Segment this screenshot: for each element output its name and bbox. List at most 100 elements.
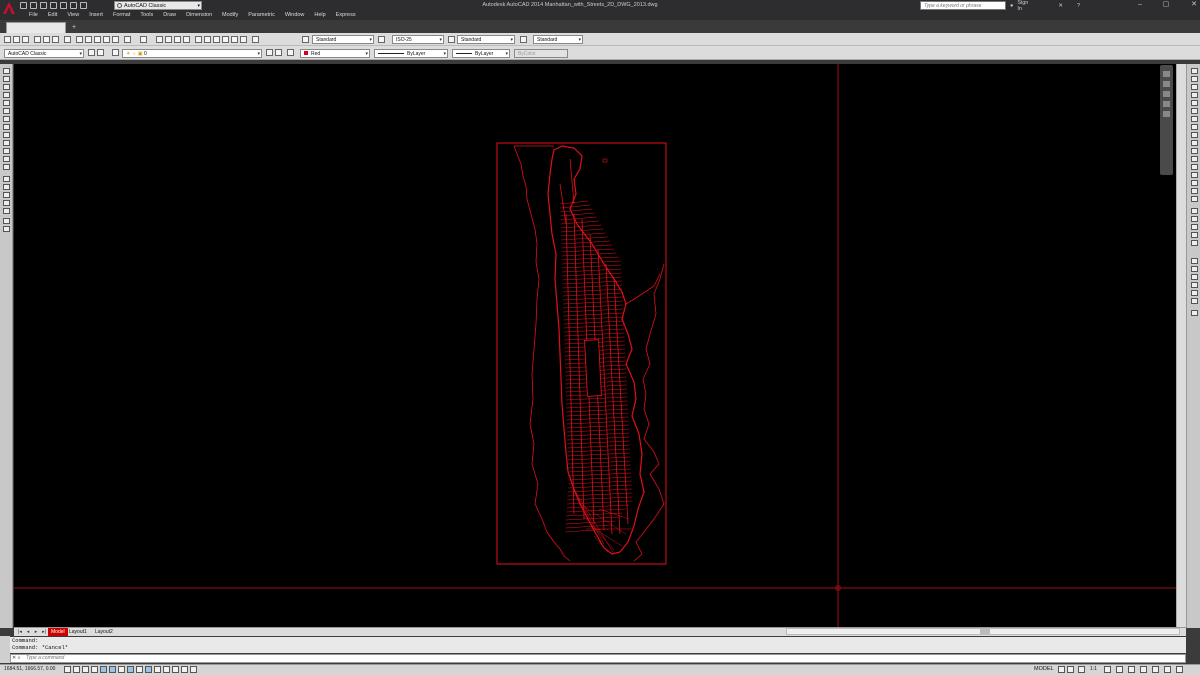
spline-icon[interactable]: [3, 132, 10, 138]
explode-icon[interactable]: [1191, 196, 1198, 202]
draw-order-icon[interactable]: [1191, 208, 1198, 214]
object-snap-icon[interactable]: [109, 666, 116, 673]
menu-draw[interactable]: Draw: [158, 11, 181, 20]
polygon-icon[interactable]: [3, 92, 10, 98]
steering-wheel-icon[interactable]: [1163, 71, 1170, 77]
rotate-icon[interactable]: [1191, 116, 1198, 122]
command-input[interactable]: [26, 655, 326, 662]
annotation-visibility-icon[interactable]: [1104, 666, 1111, 673]
chamfer-icon[interactable]: [1191, 172, 1198, 178]
hatch-back-icon[interactable]: [1191, 266, 1198, 272]
document-tab[interactable]: [6, 22, 66, 33]
menu-dimension[interactable]: Dimension: [181, 11, 217, 20]
block-editor-icon[interactable]: [112, 36, 119, 43]
ellipse-arc-icon[interactable]: [3, 148, 10, 154]
layer-state-icon[interactable]: [287, 49, 294, 56]
layer-properties-icon[interactable]: [112, 49, 119, 56]
gradient-icon[interactable]: [3, 192, 10, 198]
zoom-extents-icon[interactable]: [1163, 91, 1170, 97]
lock-icon[interactable]: [1140, 666, 1147, 673]
mirror-icon[interactable]: [1191, 84, 1198, 90]
array-icon[interactable]: [1191, 100, 1198, 106]
save-icon[interactable]: [22, 36, 29, 43]
ellipse-icon[interactable]: [3, 140, 10, 146]
add-selected-icon[interactable]: [3, 226, 10, 232]
rectangle-icon[interactable]: [3, 100, 10, 106]
offset-icon[interactable]: [1191, 92, 1198, 98]
annotation-scale-icon[interactable]: [1078, 666, 1085, 673]
pan-icon[interactable]: [1163, 81, 1170, 87]
dynamic-ucs-icon[interactable]: [136, 666, 143, 673]
isolate-objects-icon[interactable]: [1164, 666, 1171, 673]
paste-icon[interactable]: [94, 36, 101, 43]
menu-express[interactable]: Express: [331, 11, 361, 20]
3d-osnap-icon[interactable]: [118, 666, 125, 673]
mtext-icon[interactable]: [3, 218, 10, 224]
workspace-settings-icon[interactable]: [88, 49, 95, 56]
point-icon[interactable]: [3, 176, 10, 182]
menu-tools[interactable]: Tools: [135, 11, 158, 20]
polar-tracking-icon[interactable]: [100, 666, 107, 673]
first-tab-icon[interactable]: |◂: [16, 628, 24, 636]
lineweight-display-icon[interactable]: [154, 666, 161, 673]
text-above-icon[interactable]: [1191, 258, 1198, 264]
application-menu-button[interactable]: [0, 0, 18, 22]
help-button[interactable]: ?: [1077, 3, 1080, 9]
erase-icon[interactable]: [1191, 68, 1198, 74]
copy-object-icon[interactable]: [1191, 76, 1198, 82]
bring-above-icon[interactable]: [1191, 232, 1198, 238]
annotation-scale-value[interactable]: 1:1: [1090, 666, 1097, 673]
coordinate-readout[interactable]: 1684.51, 1666.57, 0.00: [4, 666, 55, 673]
sign-in-link[interactable]: Sign In: [1017, 0, 1034, 12]
send-back-icon[interactable]: [1191, 224, 1198, 230]
hatch-icon[interactable]: [3, 184, 10, 190]
undo-icon[interactable]: [124, 36, 131, 43]
showmotion-icon[interactable]: [1163, 111, 1170, 117]
break-icon[interactable]: [1191, 156, 1198, 162]
properties-icon[interactable]: [195, 36, 202, 43]
pan-icon[interactable]: [156, 36, 163, 43]
revcloud-icon[interactable]: [3, 124, 10, 130]
open-icon[interactable]: [13, 36, 20, 43]
design-center-icon[interactable]: [204, 36, 211, 43]
3d-dwf-icon[interactable]: [64, 36, 71, 43]
model-space-toggle[interactable]: MODEL: [1034, 666, 1054, 673]
match-properties-icon[interactable]: [103, 36, 110, 43]
help-icon[interactable]: [252, 36, 259, 43]
publish-icon[interactable]: [52, 36, 59, 43]
stretch-icon[interactable]: [1191, 132, 1198, 138]
annotation-monitor-icon[interactable]: [190, 666, 197, 673]
quick-properties-icon[interactable]: [172, 666, 179, 673]
auto-scale-icon[interactable]: [1116, 666, 1123, 673]
mleader-style-combo[interactable]: Standard ▾: [533, 35, 583, 44]
extend-icon[interactable]: [1191, 148, 1198, 154]
new-tab-button[interactable]: +: [68, 23, 80, 32]
horizontal-scroll-thumb[interactable]: [980, 629, 990, 634]
menu-parametric[interactable]: Parametric: [243, 11, 280, 20]
menu-insert[interactable]: Insert: [84, 11, 108, 20]
polyline-icon[interactable]: [3, 84, 10, 90]
menu-window[interactable]: Window: [280, 11, 310, 20]
lineweight-combo[interactable]: ByLayer ▾: [452, 49, 510, 58]
line-icon[interactable]: [3, 68, 10, 74]
layer-previous-icon[interactable]: [275, 49, 282, 56]
text-style-combo[interactable]: Standard ▾: [312, 35, 374, 44]
workspaces-combo[interactable]: AutoCAD Classic ▾: [4, 49, 84, 58]
menu-modify[interactable]: Modify: [217, 11, 243, 20]
cut-icon[interactable]: [76, 36, 83, 43]
dim-front-icon[interactable]: [1191, 274, 1198, 280]
menu-help[interactable]: Help: [309, 11, 330, 20]
tab-layout1[interactable]: Layout1: [66, 628, 90, 636]
search-input[interactable]: [920, 1, 1006, 10]
save-as-icon[interactable]: [50, 2, 57, 9]
user-icon[interactable]: ●: [1010, 3, 1013, 9]
command-prompt-icon[interactable]: ✕ ⌕ ▸: [12, 655, 22, 668]
new-file-icon[interactable]: [20, 2, 27, 9]
linetype-combo[interactable]: ByLayer ▾: [374, 49, 448, 58]
navigation-bar[interactable]: [1160, 65, 1173, 175]
clean-screen-icon[interactable]: [1176, 666, 1183, 673]
quick-view-drawings-icon[interactable]: [1067, 666, 1074, 673]
save-icon[interactable]: [40, 2, 47, 9]
exchange-icon[interactable]: ✕: [1058, 3, 1063, 9]
dynamic-input-icon[interactable]: [145, 666, 152, 673]
